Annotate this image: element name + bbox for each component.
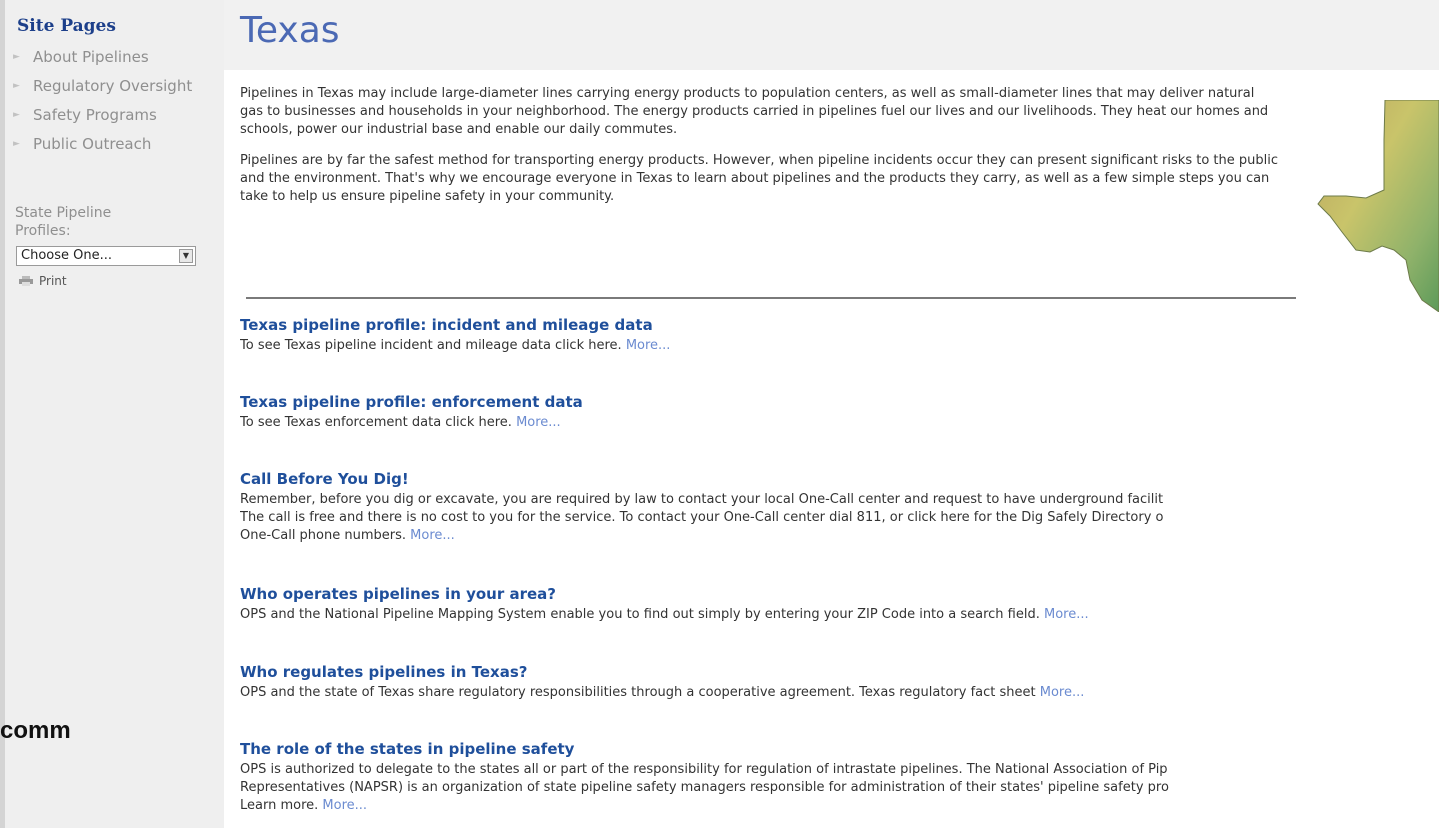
section-heading[interactable]: The role of the states in pipeline safet… bbox=[240, 739, 1439, 759]
texas-map-image bbox=[1317, 100, 1439, 312]
overlay-text: comm bbox=[0, 717, 71, 744]
triangle-right-icon: ► bbox=[13, 109, 20, 120]
sidebar-nav: ► About Pipelines ► Regulatory Oversight ►… bbox=[13, 42, 192, 158]
section-line: The call is free and there is no cost to… bbox=[240, 510, 1164, 525]
chevron-down-icon[interactable]: ▼ bbox=[179, 249, 193, 263]
print-link[interactable]: Print bbox=[19, 274, 67, 288]
sidebar-item-public-outreach[interactable]: ► Public Outreach bbox=[13, 129, 192, 158]
section-heading[interactable]: Who operates pipelines in your area? bbox=[240, 584, 1439, 604]
state-pipeline-profiles-label: State Pipeline Profiles: bbox=[15, 205, 112, 239]
sidebar-item-about-pipelines[interactable]: ► About Pipelines bbox=[13, 42, 192, 71]
select-value: Choose One... bbox=[21, 248, 112, 263]
section-text: Remember, before you dig or excavate, yo… bbox=[240, 491, 1439, 545]
content-divider bbox=[246, 297, 1296, 299]
more-link[interactable]: More... bbox=[1040, 685, 1085, 700]
sidebar-item-safety-programs[interactable]: ► Safety Programs bbox=[13, 100, 192, 129]
sidebar-item-label: Public Outreach bbox=[33, 134, 152, 153]
section-text: OPS and the National Pipeline Mapping Sy… bbox=[240, 606, 1439, 624]
sidebar-item-label: Regulatory Oversight bbox=[33, 76, 193, 95]
section-line: To see Texas enforcement data click here… bbox=[240, 415, 512, 430]
section-line: One-Call phone numbers. bbox=[240, 528, 407, 543]
sidebar-item-label: About Pipelines bbox=[33, 47, 149, 66]
more-link[interactable]: More... bbox=[626, 338, 671, 353]
triangle-right-icon: ► bbox=[13, 138, 20, 149]
section-heading[interactable]: Call Before You Dig! bbox=[240, 469, 1439, 489]
sidebar-item-label: Safety Programs bbox=[33, 105, 157, 124]
section-incident-mileage: Texas pipeline profile: incident and mil… bbox=[240, 315, 1439, 355]
triangle-right-icon: ► bbox=[13, 51, 20, 62]
section-line: OPS and the state of Texas share regulat… bbox=[240, 685, 1036, 700]
title-band bbox=[224, 0, 1439, 70]
section-line: Remember, before you dig or excavate, yo… bbox=[240, 492, 1164, 507]
section-text: OPS and the state of Texas share regulat… bbox=[240, 684, 1439, 702]
sidebar: Site Pages ► About Pipelines ► Regulatory … bbox=[5, 0, 224, 828]
intro-text: Pipelines in Texas may include large-dia… bbox=[240, 85, 1439, 219]
section-line: OPS and the National Pipeline Mapping Sy… bbox=[240, 607, 1040, 622]
section-enforcement: Texas pipeline profile: enforcement data… bbox=[240, 392, 1439, 432]
section-text: To see Texas pipeline incident and milea… bbox=[240, 337, 1439, 355]
more-link[interactable]: More... bbox=[410, 528, 455, 543]
more-link[interactable]: More... bbox=[322, 798, 367, 813]
sidebar-item-regulatory-oversight[interactable]: ► Regulatory Oversight bbox=[13, 71, 192, 100]
section-call-before-dig: Call Before You Dig! Remember, before yo… bbox=[240, 469, 1439, 545]
section-heading[interactable]: Texas pipeline profile: enforcement data bbox=[240, 392, 1439, 412]
section-line: Learn more. bbox=[240, 798, 319, 813]
triangle-right-icon: ► bbox=[13, 80, 20, 91]
section-line: Representatives (NAPSR) is an organizati… bbox=[240, 780, 1169, 795]
intro-paragraph: Pipelines are by far the safest method f… bbox=[240, 153, 1278, 204]
section-who-operates: Who operates pipelines in your area? OPS… bbox=[240, 584, 1439, 624]
section-text: To see Texas enforcement data click here… bbox=[240, 414, 1439, 432]
sidebar-title: Site Pages bbox=[17, 16, 116, 36]
intro-paragraph: Pipelines in Texas may include large-dia… bbox=[240, 86, 1269, 137]
more-link[interactable]: More... bbox=[516, 415, 561, 430]
page-title: Texas bbox=[240, 10, 340, 51]
section-who-regulates: Who regulates pipelines in Texas? OPS an… bbox=[240, 662, 1439, 702]
print-label: Print bbox=[39, 274, 67, 288]
section-text: OPS is authorized to delegate to the sta… bbox=[240, 761, 1439, 815]
section-line: To see Texas pipeline incident and milea… bbox=[240, 338, 622, 353]
state-profile-select[interactable]: Choose One... ▼ bbox=[16, 246, 196, 266]
more-link[interactable]: More... bbox=[1044, 607, 1089, 622]
printer-icon bbox=[19, 276, 33, 286]
section-heading[interactable]: Who regulates pipelines in Texas? bbox=[240, 662, 1439, 682]
section-role-of-states: The role of the states in pipeline safet… bbox=[240, 739, 1439, 815]
section-line: OPS is authorized to delegate to the sta… bbox=[240, 762, 1168, 777]
section-heading[interactable]: Texas pipeline profile: incident and mil… bbox=[240, 315, 1439, 335]
